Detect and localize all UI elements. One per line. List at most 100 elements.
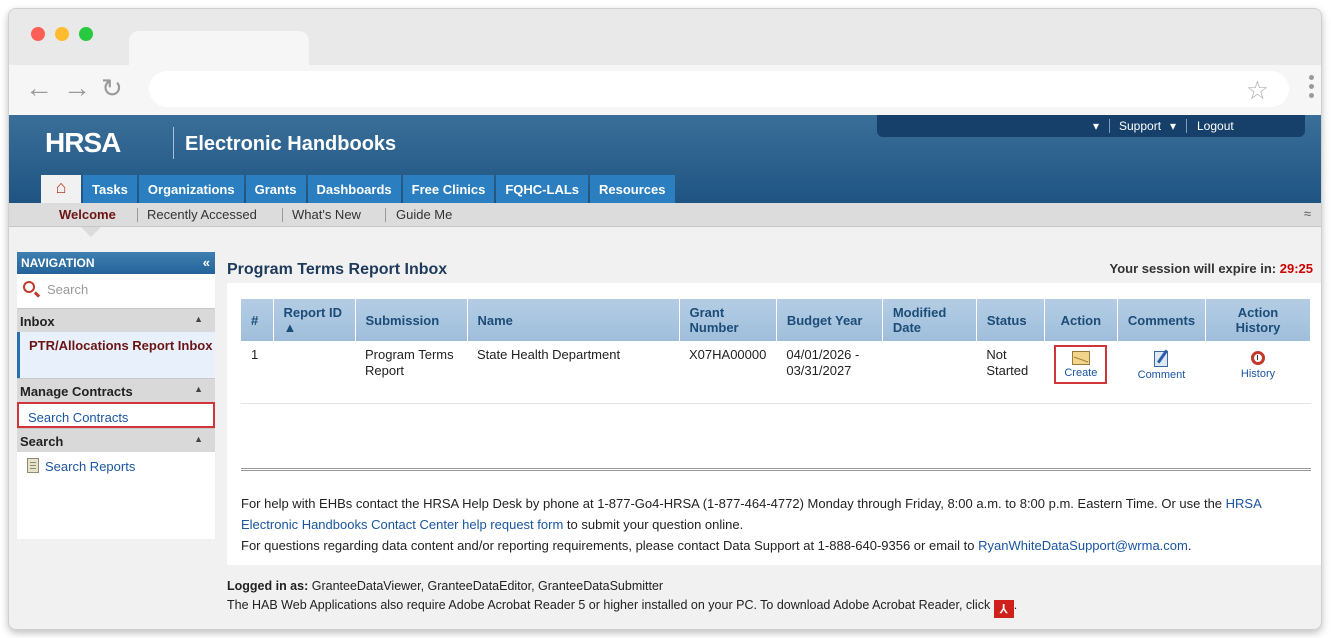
- section-label: Inbox: [20, 314, 55, 329]
- help-text: For help with EHBs contact the HRSA Help…: [241, 493, 1317, 556]
- browser-tab[interactable]: [129, 31, 309, 65]
- divider: [282, 208, 283, 222]
- browser-window: ← → ↻ ☆ HRSA Electronic Handbooks ▾ Supp…: [8, 8, 1322, 630]
- help-desk-text: For help with EHBs contact the HRSA Help…: [241, 496, 1223, 511]
- subnav-whats-new[interactable]: What's New: [292, 207, 361, 222]
- collapse-sidebar-icon[interactable]: «: [203, 255, 210, 270]
- reload-icon[interactable]: ↻: [101, 73, 123, 103]
- data-support-text: For questions regarding data content and…: [241, 538, 975, 553]
- divider: [1186, 119, 1187, 133]
- main-panel: # Report ID ▲ Submission Name Grant Numb…: [227, 283, 1321, 565]
- column-header-name: Name: [467, 299, 680, 341]
- subnav-welcome[interactable]: Welcome: [59, 207, 116, 222]
- footer: Logged in as: GranteeDataViewer, Grantee…: [227, 577, 1017, 618]
- history-label: History: [1240, 368, 1276, 380]
- utility-bar: ▾ Support ▾ Logout: [877, 115, 1305, 137]
- notepad-icon: [1154, 351, 1169, 367]
- cell-report-id: [273, 341, 355, 403]
- sidebar-item-ptr-inbox[interactable]: PTR/Allocations Report Inbox: [17, 332, 215, 378]
- tab-grants[interactable]: Grants: [245, 175, 306, 203]
- tab-organizations[interactable]: Organizations: [138, 175, 244, 203]
- cell-submission: Program Terms Report: [365, 347, 454, 378]
- user-menu-caret-icon[interactable]: ▾: [1093, 119, 1099, 133]
- caret-up-icon[interactable]: ▲: [194, 384, 203, 394]
- cell-action-history: History: [1206, 341, 1311, 403]
- caret-up-icon[interactable]: ▲: [194, 434, 203, 444]
- comment-label: Comment: [1137, 369, 1186, 381]
- comment-button[interactable]: Comment: [1137, 345, 1186, 382]
- tab-dashboards[interactable]: Dashboards: [307, 175, 401, 203]
- cell-number: 1: [251, 347, 259, 362]
- create-label: Create: [1064, 367, 1098, 379]
- column-header-number: #: [241, 299, 274, 341]
- home-icon: ⌂: [55, 177, 67, 197]
- home-tab[interactable]: ⌂: [41, 175, 81, 203]
- cell-status: Not Started: [986, 347, 1029, 378]
- report-table: # Report ID ▲ Submission Name Grant Numb…: [241, 299, 1311, 404]
- section-manage-contracts[interactable]: Manage Contracts ▲: [17, 378, 215, 402]
- search-input[interactable]: Search: [47, 282, 88, 297]
- browser-toolbar: ← → ↻ ☆: [9, 65, 1321, 115]
- tab-fqhc-lals[interactable]: FQHC-LALs: [496, 175, 589, 203]
- logged-in-users: GranteeDataViewer, GranteeDataEditor, Gr…: [311, 579, 664, 593]
- envelope-icon: [1071, 351, 1090, 365]
- cell-grant-number: X07HA00000: [689, 347, 767, 362]
- tab-tasks[interactable]: Tasks: [83, 175, 137, 203]
- page-title: Program Terms Report Inbox: [227, 261, 448, 278]
- back-arrow-icon[interactable]: ←: [25, 73, 53, 103]
- forward-arrow-icon[interactable]: →: [63, 73, 91, 103]
- hrsa-logo[interactable]: HRSA: [45, 127, 121, 159]
- subnav-recently-accessed[interactable]: Recently Accessed: [147, 207, 257, 222]
- table-header-row: # Report ID ▲ Submission Name Grant Numb…: [241, 299, 1311, 341]
- chevron-down-icon[interactable]: ▾: [1170, 119, 1176, 133]
- acrobat-text-end: .: [1013, 598, 1018, 612]
- help-desk-text-end: to submit your question online.: [566, 517, 744, 532]
- create-button[interactable]: Create: [1054, 345, 1108, 384]
- data-support-email-link[interactable]: RyanWhiteDataSupport@wrma.com: [978, 538, 1188, 553]
- session-label: Your session will expire in:: [1109, 261, 1277, 276]
- adobe-pdf-icon[interactable]: ⅄: [993, 600, 1014, 618]
- sidebar-search[interactable]: Search: [17, 274, 215, 308]
- column-header-budget-year: Budget Year: [776, 299, 883, 341]
- address-bar[interactable]: ☆: [149, 71, 1289, 107]
- tab-resources[interactable]: Resources: [590, 175, 675, 203]
- column-header-action-history: Action History: [1205, 299, 1311, 341]
- sidebar-item-search-contracts[interactable]: Search Contracts: [17, 402, 215, 428]
- section-label: Search: [20, 434, 64, 449]
- cell-comments: Comment: [1117, 341, 1205, 403]
- logout-link[interactable]: Logout: [1197, 119, 1234, 133]
- app-header: HRSA Electronic Handbooks ▾ Support ▾ Lo…: [9, 115, 1321, 203]
- table-row: 1 Program Terms Report State Health Depa…: [241, 341, 1311, 403]
- bookmark-star-icon[interactable]: ☆: [1246, 75, 1269, 106]
- maximize-window-button[interactable]: [79, 27, 93, 41]
- history-button[interactable]: History: [1241, 345, 1275, 381]
- support-menu[interactable]: Support: [1119, 119, 1161, 133]
- minimize-window-button[interactable]: [55, 27, 69, 41]
- browser-menu-icon[interactable]: [1309, 75, 1315, 102]
- close-window-button[interactable]: [31, 27, 45, 41]
- sidebar-item-search-reports[interactable]: Search Reports: [17, 452, 215, 482]
- column-header-report-id[interactable]: Report ID ▲: [273, 299, 356, 341]
- column-header-action: Action: [1044, 299, 1118, 341]
- caret-up-icon[interactable]: ▲: [194, 314, 203, 324]
- logged-in-label: Logged in as:: [227, 579, 309, 593]
- section-inbox[interactable]: Inbox ▲: [17, 308, 215, 332]
- tab-free-clinics[interactable]: Free Clinics: [402, 175, 495, 203]
- browser-tab-strip: [9, 9, 1321, 65]
- cell-modified-date: [882, 341, 976, 403]
- logo-divider: [173, 127, 174, 159]
- section-search[interactable]: Search ▲: [17, 428, 215, 452]
- active-tab-pointer: [81, 227, 101, 237]
- session-time: 29:25: [1279, 261, 1313, 276]
- navigation-sidebar: NAVIGATION « Search Inbox ▲ PTR/Allocati…: [17, 252, 215, 539]
- report-icon: [27, 458, 39, 473]
- cell-name: State Health Department: [477, 347, 621, 362]
- navigation-title: NAVIGATION: [21, 256, 95, 270]
- session-timer: Your session will expire in: 29:25: [1109, 261, 1313, 276]
- subnav-guide-me[interactable]: Guide Me: [396, 207, 452, 222]
- collapse-header-icon[interactable]: ≈: [1304, 206, 1311, 221]
- alarm-clock-icon: [1251, 351, 1266, 365]
- sidebar-item-label: Search Reports: [45, 459, 136, 474]
- divider: [241, 468, 1311, 471]
- divider: [137, 208, 138, 222]
